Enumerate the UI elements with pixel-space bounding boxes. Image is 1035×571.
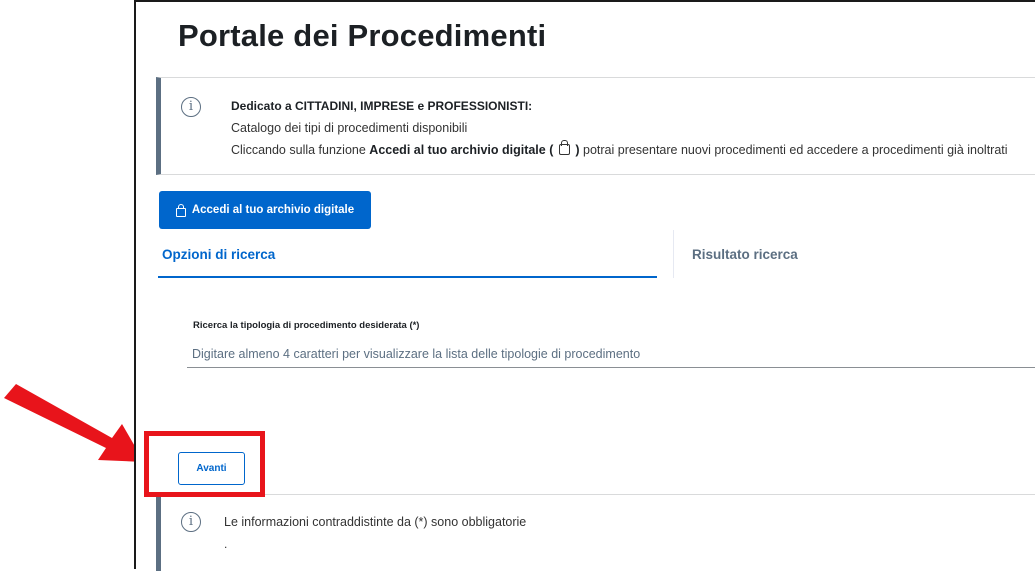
- info-instructions-close: ): [575, 143, 580, 157]
- info-instructions-suffix: potrai presentare nuovi procedimenti ed …: [583, 143, 1008, 157]
- info-box: i Dedicato a CITTADINI, IMPRESE e PROFES…: [156, 77, 1035, 175]
- info-circle-icon: i: [181, 97, 201, 117]
- next-button[interactable]: Avanti: [178, 452, 245, 485]
- search-field-label: Ricerca la tipologia di procedimento des…: [193, 320, 420, 331]
- tab-search-options[interactable]: Opzioni di ricerca: [162, 247, 275, 262]
- active-tab-indicator: [158, 276, 657, 278]
- page-title: Portale dei Procedimenti: [178, 18, 547, 53]
- info-instructions-prefix: Cliccando sulla funzione: [231, 143, 366, 157]
- procedure-type-search-input[interactable]: [187, 340, 1035, 368]
- lock-icon: [558, 140, 570, 155]
- red-arrow-annotation: [4, 384, 144, 462]
- info-instructions-function: Accedi al tuo archivio digitale (: [369, 143, 554, 157]
- access-button-label: Accedi al tuo archivio digitale: [191, 204, 355, 216]
- tab-divider: [673, 230, 674, 278]
- access-digital-archive-button[interactable]: Accedi al tuo archivio digitale: [159, 191, 371, 229]
- note-dot: .: [224, 537, 228, 551]
- lock-icon: [175, 203, 186, 217]
- browser-content-frame: Portale dei Procedimenti i Dedicato a CI…: [134, 0, 1035, 571]
- info-circle-icon: i: [181, 512, 201, 532]
- tab-search-results[interactable]: Risultato ricerca: [692, 247, 798, 262]
- info-catalog: Catalogo dei tipi di procedimenti dispon…: [231, 121, 468, 135]
- mandatory-fields-note: i Le informazioni contraddistinte da (*)…: [156, 494, 1035, 571]
- info-audience: Dedicato a CITTADINI, IMPRESE e PROFESSI…: [231, 99, 533, 113]
- mandatory-fields-text: Le informazioni contraddistinte da (*) s…: [224, 515, 527, 529]
- info-instructions: Cliccando sulla funzione Accedi al tuo a…: [231, 140, 1008, 157]
